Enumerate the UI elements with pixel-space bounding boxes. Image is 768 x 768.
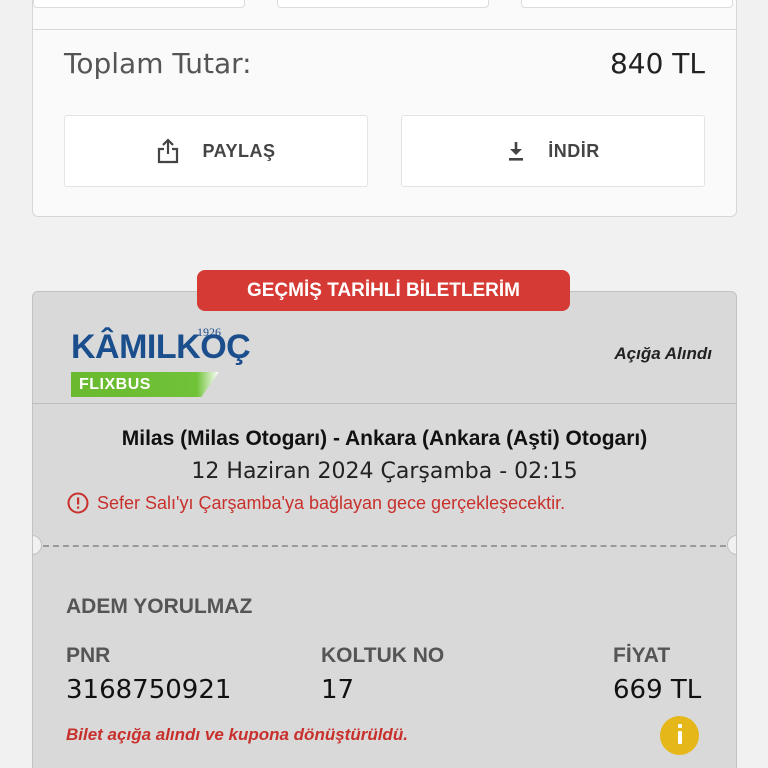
kamilkoc-logo: KÂMILKOÇ 1926 FLIXBUS (71, 325, 251, 405)
logo-wordmark: KÂMILKOÇ (71, 328, 251, 366)
logo-flixbus: FLIXBUS (71, 372, 219, 397)
download-label: İNDİR (548, 140, 600, 161)
ticket-perforation (43, 545, 726, 547)
price-label: FİYAT (613, 644, 671, 667)
stub-row (33, 0, 736, 8)
stub-box (521, 0, 733, 8)
download-icon (506, 140, 526, 162)
passenger-name: ADEM YORULMAZ (66, 595, 253, 618)
info-button[interactable] (660, 716, 699, 755)
ticket-notch-right (727, 535, 736, 555)
share-button[interactable]: PAYLAŞ (64, 115, 368, 187)
seat-label: KOLTUK NO (321, 644, 445, 667)
stub-box (277, 0, 489, 8)
summary-card: Toplam Tutar: 840 TL PAYLAŞ İNDİR (32, 0, 737, 217)
warning-text: Sefer Salı'yı Çarşamba'ya bağlayan gece … (97, 492, 566, 513)
route-text: Milas (Milas Otogarı) - Ankara (Ankara (… (121, 427, 648, 450)
ticket-notch-left (33, 535, 42, 555)
past-tickets-badge: GEÇMİŞ TARİHLİ BİLETLERİM (197, 270, 570, 311)
ticket-card[interactable]: KÂMILKOÇ 1926 FLIXBUS Açığa Alındı Milas… (32, 291, 737, 768)
departure-date: 12 Haziran 2024 Çarşamba - 02:15 (191, 459, 578, 484)
stub-box (33, 0, 245, 8)
download-button[interactable]: İNDİR (401, 115, 705, 187)
overnight-warning: Sefer Salı'yı Çarşamba'ya bağlayan gece … (67, 492, 565, 514)
coupon-note: Bilet açığa alındı ve kupona dönüştürüld… (66, 725, 408, 744)
ticket-status: Açığa Alındı (614, 344, 712, 363)
price-value: 669 TL (613, 675, 702, 705)
logo-year: 1926 (197, 325, 221, 339)
total-value: 840 TL (609, 47, 705, 80)
pnr-value: 3168750921 (66, 675, 232, 705)
total-label: Toplam Tutar: (64, 47, 252, 80)
info-icon (676, 723, 684, 749)
seat-value: 17 (321, 675, 355, 705)
share-icon (156, 138, 180, 164)
pnr-label: PNR (66, 644, 111, 667)
divider (33, 29, 736, 30)
alert-circle-icon (67, 492, 89, 514)
share-label: PAYLAŞ (202, 140, 276, 161)
